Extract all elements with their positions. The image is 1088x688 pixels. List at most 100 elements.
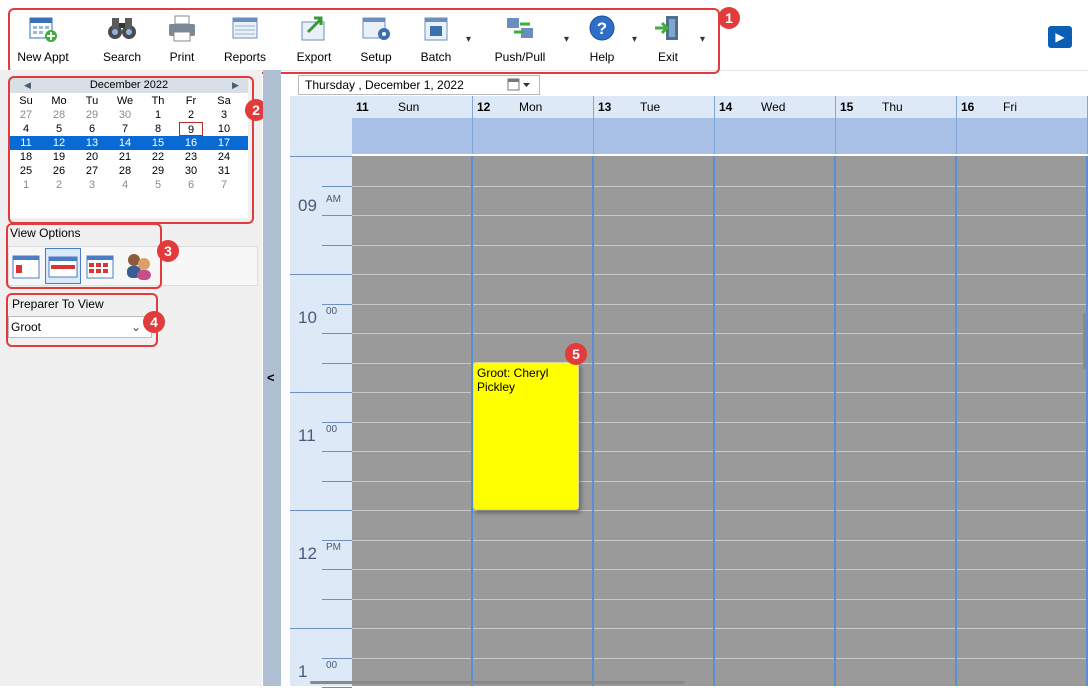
time-tick: [322, 480, 352, 482]
time-tick: [322, 215, 352, 216]
slot-line: [957, 244, 1086, 246]
day-column[interactable]: [594, 156, 715, 686]
slot-line: [352, 421, 471, 423]
appointment-block[interactable]: Groot: Cheryl Pickley: [473, 362, 579, 510]
slot-line: [836, 628, 955, 629]
day-column[interactable]: [836, 156, 957, 686]
day-number: 14: [719, 100, 733, 114]
day-header[interactable]: 15 Thu: [836, 96, 957, 118]
slot-line: [352, 539, 471, 541]
slot-line: [594, 185, 713, 187]
day-name: Sun: [398, 100, 420, 114]
slot-line: [352, 244, 471, 246]
day-header[interactable]: 14 Wed: [715, 96, 836, 118]
slot-line: [352, 333, 471, 334]
slot-line: [957, 539, 1086, 541]
time-tick: [322, 569, 352, 570]
slot-line: [836, 333, 955, 334]
slot-line: [473, 539, 592, 541]
slot-line: [957, 274, 1086, 275]
slot-line: [594, 598, 713, 600]
time-tick: [322, 303, 352, 305]
slot-line: [594, 274, 713, 275]
all-day-cell[interactable]: [957, 118, 1088, 154]
day-number: 16: [961, 100, 975, 114]
slot-line: [352, 392, 471, 393]
time-column: 09 AM 10 00 11 00 12 PM 1 00: [290, 96, 352, 688]
callout-calendar: [8, 76, 254, 224]
all-day-cell[interactable]: [473, 118, 594, 154]
slot-line: [836, 303, 955, 305]
all-day-cell[interactable]: [836, 118, 957, 154]
time-tick: [322, 421, 352, 423]
slot-line: [473, 628, 592, 629]
time-tick: [322, 333, 352, 334]
date-field[interactable]: Thursday , December 1, 2022: [298, 75, 540, 95]
slot-line: [715, 421, 834, 423]
slot-line: [352, 510, 471, 511]
slot-line: [715, 185, 834, 187]
slot-line: [715, 451, 834, 452]
day-column[interactable]: [957, 156, 1088, 686]
slot-line: [836, 657, 955, 659]
all-day-cell[interactable]: [594, 118, 715, 154]
calendar-picker-icon[interactable]: [505, 77, 533, 92]
collapse-panel-bar[interactable]: <: [263, 70, 281, 686]
all-day-cell[interactable]: [352, 118, 473, 154]
slot-line: [473, 333, 592, 334]
slot-line: [715, 333, 834, 334]
play-button[interactable]: ▶: [1048, 26, 1072, 48]
slot-line: [352, 303, 471, 305]
time-tick: [322, 598, 352, 600]
slot-line: [836, 215, 955, 216]
slot-line: [352, 451, 471, 452]
slot-line: [715, 628, 834, 629]
slot-line: [352, 628, 471, 629]
day-column[interactable]: [715, 156, 836, 686]
slot-line: [715, 303, 834, 305]
time-tick: [290, 392, 352, 393]
day-header[interactable]: 13 Tue: [594, 96, 715, 118]
slot-line: [352, 598, 471, 600]
slot-line: [836, 362, 955, 364]
day-name: Fri: [1003, 100, 1017, 114]
slot-line: [715, 362, 834, 364]
time-tick: [322, 539, 352, 541]
hour-label: 10: [298, 308, 317, 327]
slot-line: [715, 539, 834, 541]
time-tick: [290, 156, 352, 157]
callout-toolbar: [8, 8, 720, 74]
slot-line: [836, 244, 955, 246]
slot-line: [594, 303, 713, 305]
slot-line: [715, 480, 834, 482]
hour-label: 11: [298, 426, 316, 445]
slot-line: [473, 510, 592, 511]
slot-line: [473, 303, 592, 305]
slot-line: [836, 539, 955, 541]
vertical-scrollbar[interactable]: [1083, 313, 1086, 369]
slot-line: [594, 451, 713, 452]
day-header[interactable]: 16 Fri: [957, 96, 1088, 118]
day-header[interactable]: 11 Sun: [352, 96, 473, 118]
time-tick: [290, 274, 352, 275]
slot-line: [957, 303, 1086, 305]
day-number: 11: [356, 100, 369, 114]
badge-3: 3: [157, 240, 179, 262]
slot-line: [836, 510, 955, 511]
slot-line: [352, 569, 471, 570]
slot-line: [715, 215, 834, 216]
slot-line: [957, 392, 1086, 393]
hour-sub-label: 00: [326, 306, 338, 317]
slot-line: [957, 362, 1086, 364]
slot-line: [473, 569, 592, 570]
day-column[interactable]: [352, 156, 473, 686]
horizontal-scrollbar[interactable]: [310, 681, 685, 684]
slot-line: [352, 274, 471, 275]
slot-line: [594, 480, 713, 482]
hour-sub-label: 00: [326, 424, 338, 435]
all-day-cell[interactable]: [715, 118, 836, 154]
day-header[interactable]: 12 Mon: [473, 96, 594, 118]
day-number: 13: [598, 100, 612, 114]
slot-line: [594, 628, 713, 629]
time-tick: [290, 628, 352, 629]
